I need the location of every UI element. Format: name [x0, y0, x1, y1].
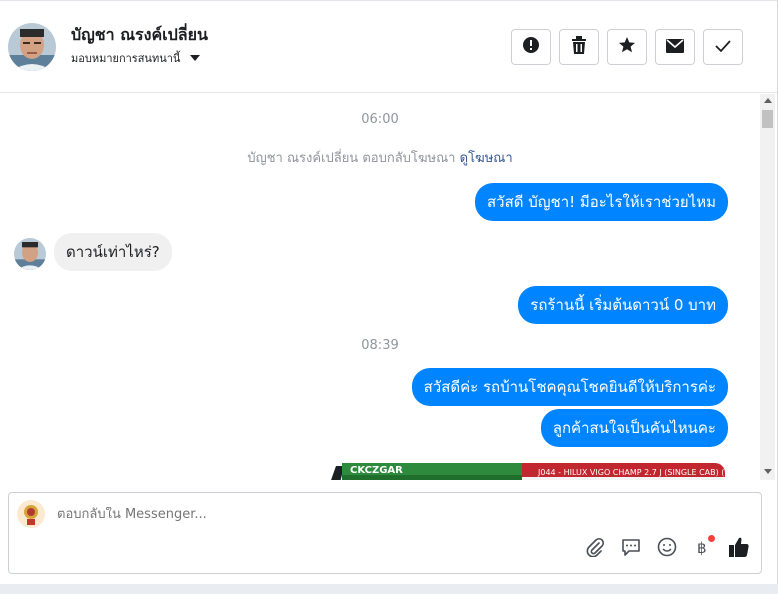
mark-spam-button[interactable] — [511, 29, 551, 65]
mark-unread-button[interactable] — [655, 29, 695, 65]
assign-label: มอบหมายการสนทนานี้ — [71, 52, 181, 65]
notification-dot — [708, 535, 715, 542]
envelope-icon — [666, 38, 684, 57]
scroll-up-arrow-icon[interactable] — [764, 98, 772, 103]
composer-tools: ฿ — [583, 535, 751, 561]
timestamp: 08:39 — [361, 338, 399, 353]
smiley-icon — [657, 537, 677, 561]
messenger-inbox-panel: บัญชา ณรงค์เปลี่ยน มอบหมายการสนทนานี้ 06… — [0, 0, 778, 594]
contact-avatar[interactable] — [8, 23, 56, 71]
image-attachment[interactable]: CKCZGAR J044 - HILUX VIGO CHAMP 2.7 J (S… — [330, 463, 725, 480]
page-avatar — [17, 500, 45, 528]
outgoing-message[interactable]: ลูกค้าสนใจเป็นคันไหนคะ — [540, 409, 728, 447]
conversation-frame: บัญชา ณรงค์เปลี่ยน มอบหมายการสนทนานี้ 06… — [0, 0, 778, 584]
ad-reply-text: บัญชา ณรงค์เปลี่ยน ตอบกลับโฆษณา — [247, 151, 456, 166]
thread-scrollbar[interactable] — [760, 94, 775, 480]
payment-button[interactable]: ฿ — [691, 535, 715, 561]
image-caption: J044 - HILUX VIGO CHAMP 2.7 J (SINGLE CA… — [537, 468, 725, 477]
scroll-thumb[interactable] — [762, 110, 773, 128]
delete-button[interactable] — [559, 29, 599, 65]
timestamp: 06:00 — [361, 112, 399, 127]
caret-down-icon — [190, 55, 201, 61]
view-ad-link[interactable]: ดูโฆษณา — [460, 151, 513, 166]
chat-bubble-icon — [621, 537, 641, 561]
send-like-button[interactable] — [727, 537, 751, 561]
svg-text:฿: ฿ — [697, 539, 707, 557]
trash-icon — [571, 36, 587, 58]
incoming-message[interactable]: ดาวน์เท่าไหร่? — [54, 233, 172, 271]
saved-replies-button[interactable] — [619, 537, 643, 561]
bottom-strip — [0, 584, 778, 594]
reply-composer: ฿ — [8, 492, 762, 574]
conversation-header: บัญชา ณรงค์เปลี่ยน มอบหมายการสนทนานี้ — [0, 1, 777, 93]
header-actions — [511, 29, 743, 65]
scroll-down-arrow-icon[interactable] — [764, 469, 772, 474]
star-icon — [618, 36, 636, 58]
reply-input[interactable] — [57, 507, 657, 522]
outgoing-message[interactable]: สวัสดีค่ะ รถบ้านโชคคุณโชคยินดีให้บริการค… — [411, 368, 728, 406]
outgoing-message[interactable]: รถร้านนี้ เริ่มต้นดาวน์ 0 บาท — [518, 286, 728, 324]
contact-avatar-small — [14, 238, 46, 270]
svg-text:CKCZGAR: CKCZGAR — [350, 465, 403, 476]
alert-circle-icon — [522, 36, 540, 58]
mark-done-button[interactable] — [703, 29, 743, 65]
assign-conversation-dropdown[interactable]: มอบหมายการสนทนานี้ — [71, 49, 201, 67]
paperclip-icon — [585, 537, 605, 561]
contact-name[interactable]: บัญชา ณรงค์เปลี่ยน — [71, 23, 208, 48]
attach-button[interactable] — [583, 537, 607, 561]
emoji-button[interactable] — [655, 537, 679, 561]
star-button[interactable] — [607, 29, 647, 65]
message-thread[interactable]: 06:00 บัญชา ณรงค์เปลี่ยน ตอบกลับโฆษณา ดู… — [0, 94, 760, 480]
ad-reply-notice: บัญชา ณรงค์เปลี่ยน ตอบกลับโฆษณา ดูโฆษณา — [0, 147, 760, 168]
thumbs-up-icon — [728, 536, 750, 562]
outgoing-message[interactable]: สวัสดี บัญชา! มีอะไรให้เราช่วยไหม — [474, 183, 728, 221]
check-icon — [714, 38, 732, 57]
